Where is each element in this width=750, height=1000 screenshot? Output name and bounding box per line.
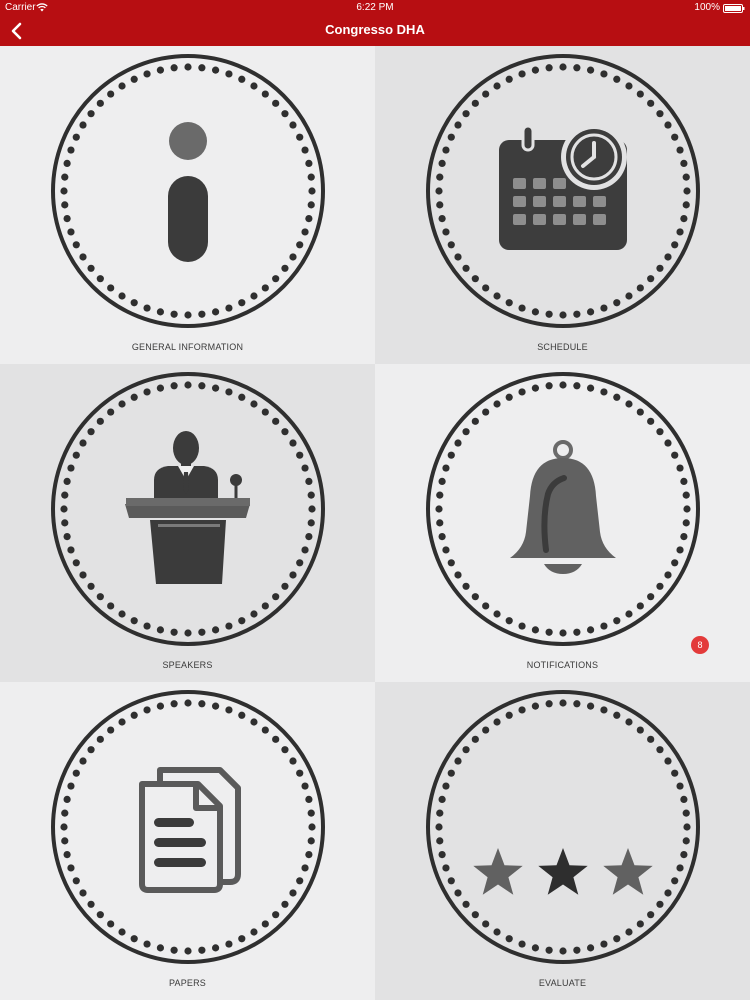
speaker-podium-icon — [125, 431, 250, 584]
tile-label-papers: PAPERS — [168, 978, 207, 988]
stars-icon — [473, 848, 653, 895]
star-icon — [473, 848, 523, 895]
evaluate-tile[interactable]: EVALUATE — [375, 682, 750, 1000]
page-title: Congresso DHA — [325, 22, 425, 37]
documents-icon — [139, 767, 241, 893]
navigation-header: Carrier 6:22 PM 100% Congresso DHA — [0, 0, 750, 46]
schedule-tile[interactable]: SCHEDULE — [375, 46, 750, 364]
status-bar: Carrier 6:22 PM 100% — [0, 0, 750, 16]
star-icon — [603, 848, 653, 895]
tile-label-schedule: SCHEDULE — [537, 342, 588, 352]
bell-icon — [510, 440, 616, 574]
dotted-ring — [426, 690, 700, 964]
tile-label-speakers: SPEAKERS — [162, 660, 213, 670]
tile-label-evaluate: EVALUATE — [538, 978, 587, 988]
menu-grid: GENERAL INFORMATION SCHEDULE SPEAKERS NO… — [0, 46, 750, 1000]
notifications-badge: 8 — [691, 636, 709, 654]
status-time: 6:22 PM — [356, 2, 394, 13]
battery-percent: 100% — [694, 2, 720, 13]
papers-tile[interactable]: PAPERS — [0, 682, 375, 1000]
speakers-tile[interactable]: SPEAKERS — [0, 364, 375, 682]
calendar-clock-icon — [499, 124, 627, 250]
general-information-tile[interactable]: GENERAL INFORMATION — [0, 46, 375, 364]
battery-icon — [723, 4, 745, 13]
info-icon — [168, 122, 208, 262]
tile-label-general-information: GENERAL INFORMATION — [131, 342, 244, 352]
tile-label-notifications: NOTIFICATIONS — [526, 660, 599, 670]
star-icon — [538, 848, 588, 895]
notifications-tile[interactable]: NOTIFICATIONS — [375, 364, 750, 682]
